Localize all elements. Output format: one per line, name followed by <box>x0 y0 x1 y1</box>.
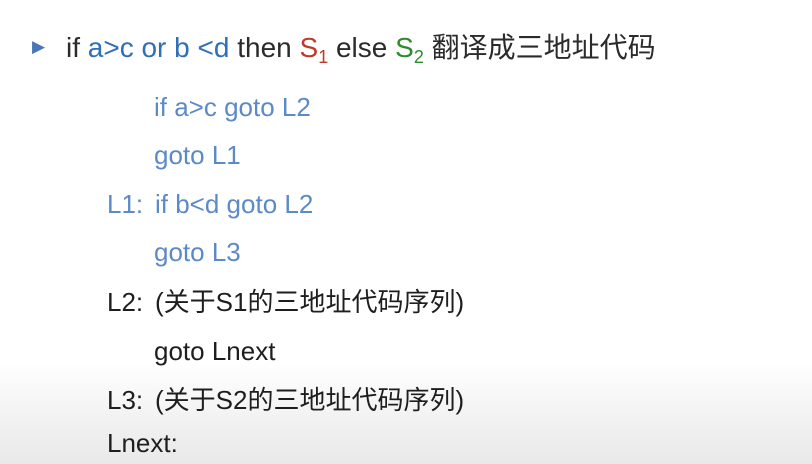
slide-title: ▶ if a>c or b <d then S1 else S2 翻译成三地址代码 <box>32 26 656 72</box>
code-line-4-text: goto L3 <box>154 237 241 267</box>
code-line-2: goto L1 <box>154 137 241 173</box>
code-line-7-label: L3: <box>107 385 144 415</box>
code-line-4: goto L3 <box>154 234 241 270</box>
code-line-5-text: (关于S1的三地址代码序列) <box>155 287 465 317</box>
title-else: else <box>335 32 388 63</box>
triangle-bullet-icon: ▶ <box>32 36 46 56</box>
title-condition: a>c or b <d <box>87 32 230 63</box>
title-s2: S2 <box>395 32 424 66</box>
title-s1-letter: S <box>299 32 319 63</box>
title-s1-sub: 1 <box>318 47 329 67</box>
code-line-3-text: if b<d goto L2 <box>155 189 314 219</box>
code-line-2-text: goto L1 <box>154 140 241 170</box>
title-s2-letter: S <box>395 32 414 63</box>
code-line-8-label: Lnext: <box>107 428 178 458</box>
title-s2-sub: 2 <box>413 47 424 67</box>
code-line-6: goto Lnext <box>154 333 275 369</box>
code-line-7: L3: (关于S2的三地址代码序列) <box>107 382 464 418</box>
code-line-1: if a>c goto L2 <box>154 89 311 125</box>
code-line-5-label: L2: <box>107 287 144 317</box>
title-then: then <box>237 32 292 63</box>
title-if: if <box>66 32 80 63</box>
title-tail: 翻译成三地址代码 <box>431 32 656 63</box>
code-line-8: Lnext: <box>107 425 178 461</box>
code-line-7-text: (关于S2的三地址代码序列) <box>155 385 465 415</box>
code-line-5: L2: (关于S1的三地址代码序列) <box>107 284 464 320</box>
code-line-3-label: L1: <box>107 189 144 219</box>
code-line-1-text: if a>c goto L2 <box>154 92 311 122</box>
code-line-3: L1: if b<d goto L2 <box>107 186 313 222</box>
code-line-6-text: goto Lnext <box>154 336 276 366</box>
title-s1: S1 <box>299 32 329 66</box>
